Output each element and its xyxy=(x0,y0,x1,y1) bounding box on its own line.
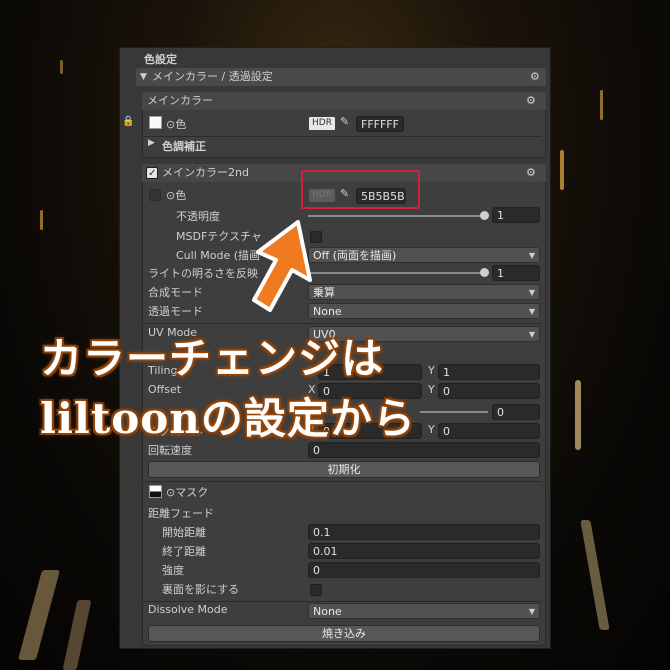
divider xyxy=(142,136,542,137)
chevron-down-icon: ▼ xyxy=(528,251,535,260)
main-color-title: メインカラー xyxy=(147,94,213,107)
panel-title: 色設定 xyxy=(144,53,177,66)
offset-y-field[interactable]: 0 xyxy=(438,383,540,399)
dissolve-mode-label: Dissolve Mode xyxy=(148,603,228,616)
scroll-y-field[interactable]: 0 xyxy=(438,423,540,439)
fade-end-field[interactable]: 0.01 xyxy=(308,543,540,559)
cull-mode-dropdown[interactable]: Off (両面を描画) ▼ xyxy=(308,247,540,263)
divider xyxy=(142,601,542,602)
reset-button[interactable]: 初期化 xyxy=(148,461,540,478)
tiling-y-axis: Y xyxy=(428,364,435,377)
mask-label: ⊙マスク xyxy=(166,486,209,499)
opacity-slider[interactable] xyxy=(308,215,486,217)
backface-shadow-label: 裏面を影にする xyxy=(162,583,240,596)
opacity-value-field[interactable]: 1 xyxy=(492,207,540,223)
offset-y-axis: Y xyxy=(428,383,435,396)
angle-value-field[interactable]: 0 xyxy=(492,404,540,420)
texture-thumbnail[interactable] xyxy=(149,189,161,201)
chevron-down-icon: ▼ xyxy=(528,330,535,339)
gear-icon[interactable]: ⚙ xyxy=(526,167,536,178)
pointer-arrow-icon xyxy=(252,220,312,312)
light-slider[interactable] xyxy=(308,272,486,274)
fade-start-label: 開始距離 xyxy=(162,526,206,539)
strength-label: 強度 xyxy=(162,564,184,577)
divider xyxy=(142,323,542,324)
enable-checkbox[interactable] xyxy=(146,165,158,183)
dissolve-mode-dropdown[interactable]: None ▼ xyxy=(308,603,540,619)
backface-shadow-checkbox[interactable] xyxy=(310,584,322,596)
cull-mode-value: Off (両面を描画) xyxy=(313,249,397,262)
light-slider-knob[interactable] xyxy=(480,268,489,277)
hdr-color-swatch[interactable]: HDR xyxy=(309,117,335,130)
mask-thumbnail[interactable] xyxy=(149,485,162,498)
color-2nd-label: ⊙色 xyxy=(166,189,187,202)
divider xyxy=(142,481,542,482)
section-main-label: メインカラー / 透過設定 xyxy=(152,70,273,83)
opacity-slider-knob[interactable] xyxy=(480,211,489,220)
distance-fade-label: 距離フェード xyxy=(148,507,214,520)
fade-end-label: 終了距離 xyxy=(162,545,206,558)
main-color-2nd-title: メインカラー2nd xyxy=(162,166,249,179)
scroll-y-axis: Y xyxy=(428,423,435,436)
angle-slider[interactable] xyxy=(420,411,488,413)
main-color-hex-field[interactable]: FFFFFF xyxy=(356,116,404,132)
tiling-y-field[interactable]: 1 xyxy=(438,364,540,380)
dissolve-mode-value: None xyxy=(313,605,342,618)
main-color-header: メインカラー ⚙ xyxy=(142,92,546,110)
section-header-main[interactable]: ▼ メインカラー / 透過設定 ⚙ xyxy=(136,68,546,86)
blend-mode-label: 合成モード xyxy=(148,286,203,299)
collapse-arrow-icon: ▼ xyxy=(140,72,147,82)
light-value-field[interactable]: 1 xyxy=(492,265,540,281)
chevron-down-icon: ▼ xyxy=(528,607,535,616)
texture-thumbnail[interactable] xyxy=(149,116,162,129)
transparent-mode-label: 透過モード xyxy=(148,305,203,318)
bake-button[interactable]: 焼き込み xyxy=(148,625,540,642)
tone-correction-label[interactable]: 色調補正 xyxy=(162,138,206,154)
chevron-down-icon: ▼ xyxy=(528,307,535,316)
blend-mode-dropdown[interactable]: 乗算 ▼ xyxy=(308,284,540,300)
gear-icon[interactable]: ⚙ xyxy=(526,95,536,106)
gear-icon[interactable]: ⚙ xyxy=(530,71,540,82)
lock-icon[interactable]: 🔒 xyxy=(122,116,134,127)
overlay-caption-line2: liltoonの設定から xyxy=(40,394,416,443)
strength-field[interactable]: 0 xyxy=(308,562,540,578)
opacity-label: 不透明度 xyxy=(176,210,220,223)
highlight-box xyxy=(301,170,420,209)
fade-start-field[interactable]: 0.1 xyxy=(308,524,540,540)
overlay-caption-line1: カラーチェンジは xyxy=(40,334,385,383)
chevron-down-icon: ▼ xyxy=(528,288,535,297)
expand-arrow-icon[interactable]: ▶ xyxy=(148,138,155,148)
transparent-mode-dropdown[interactable]: None ▼ xyxy=(308,303,540,319)
main-color-label: ⊙色 xyxy=(166,118,187,131)
eyedropper-icon[interactable]: ✎ xyxy=(340,115,349,128)
